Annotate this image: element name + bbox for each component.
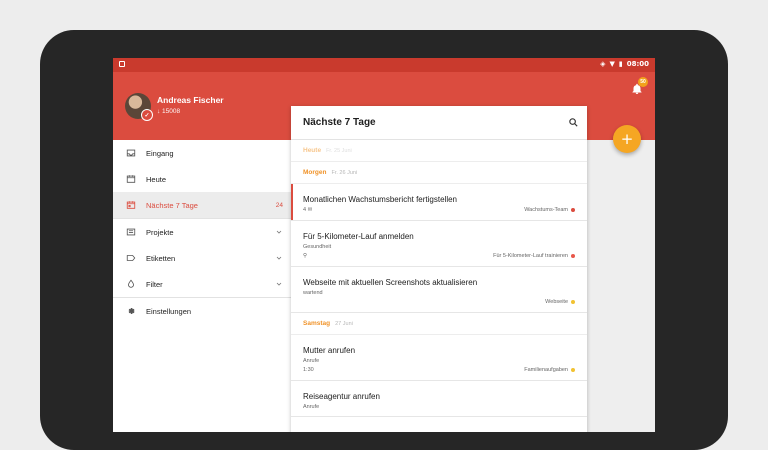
task-label: Anrufe (303, 358, 320, 364)
section-date: Fr. 26 Juni (331, 169, 358, 176)
nav-item-label: Heute (146, 174, 167, 184)
filter-drop-icon (126, 279, 136, 289)
task-item[interactable]: Monatlichen Wachstumsbericht fertigstell… (291, 184, 587, 221)
task-label: Anrufe (303, 404, 320, 410)
drawer-header: ✓ Andreas Fischer ↓ 15008 (113, 72, 291, 140)
task-project: Wachstums-Team (524, 207, 575, 213)
comment-count: 4 ✉ (303, 207, 313, 213)
task-project: Webseite (545, 299, 575, 305)
nav-item-label: Nächste 7 Tage (146, 200, 198, 210)
task-meta: 4 ✉ Wachstums-Team (303, 206, 575, 214)
nav-item-eingang[interactable]: Eingang (113, 140, 291, 166)
nav-item-etiketten[interactable]: Etiketten (113, 245, 291, 271)
page-title: Nächste 7 Tage (303, 117, 376, 128)
upcoming-panel: Nächste 7 Tage Heute Fr. 25 Juni Morgen … (291, 106, 587, 432)
nav-item-label: Projekte (146, 227, 174, 237)
status-time: 08:00 (626, 60, 649, 68)
section-date: Fr. 25 Juni (326, 147, 352, 154)
project-color-dot (571, 254, 575, 258)
section-date: 27 Juni (335, 320, 353, 327)
project-color-dot (571, 368, 575, 372)
task-title: Monatlichen Wachstumsbericht fertigstell… (303, 195, 457, 204)
karma-badge-icon: ✓ (141, 109, 153, 121)
project-name: Wachstums-Team (524, 207, 568, 213)
nav-item-label: Filter (146, 279, 163, 289)
gear-icon (126, 306, 136, 316)
task-duration: 1:30 (303, 367, 314, 373)
nav-list: Eingang Heute Nächste 7 Tage 24 Projekte… (113, 140, 291, 324)
task-item[interactable]: Mutter anrufen Anrufe 1:30 Familienaufga… (291, 335, 587, 381)
chevron-down-icon[interactable] (275, 280, 283, 288)
nav-item-naechste-7-tage[interactable]: Nächste 7 Tage 24 (113, 192, 291, 218)
notifications-button[interactable]: 50 (631, 77, 648, 96)
section-header-morgen: Morgen Fr. 26 Juni (291, 162, 587, 184)
project-name: Für 5-Kilometer-Lauf trainieren (493, 253, 568, 259)
app-screen: ◈ ▼ ▮ 08:00 50 ✓ Andreas Fischer ↓ 15008… (113, 58, 655, 432)
task-project: Familienaufgaben (524, 367, 575, 373)
task-meta: ⚲ Für 5-Kilometer-Lauf trainieren (303, 252, 575, 260)
chevron-down-icon[interactable] (275, 254, 283, 262)
battery-icon: ▮ (618, 60, 623, 68)
status-bar: ◈ ▼ ▮ 08:00 (113, 58, 655, 72)
project-name: Familienaufgaben (524, 367, 568, 373)
task-label: wartend (303, 290, 323, 296)
vibrate-icon: ◈ (600, 60, 606, 68)
project-color-dot (571, 208, 575, 212)
nav-item-count: 24 (275, 201, 283, 209)
add-task-button[interactable]: + (613, 125, 641, 153)
section-header-samstag: Samstag 27 Juni (291, 313, 587, 335)
task-meta: 1:30 Familienaufgaben (303, 366, 575, 374)
section-title: Samstag (303, 320, 331, 327)
search-icon[interactable] (568, 117, 579, 128)
section-title: Heute (303, 147, 322, 154)
nav-item-projekte[interactable]: Projekte (113, 219, 291, 245)
calendar-week-icon (126, 200, 136, 210)
task-title: Für 5-Kilometer-Lauf anmelden (303, 232, 414, 241)
task-item[interactable]: Reiseagentur anrufen Anrufe (291, 381, 587, 417)
nav-item-filter[interactable]: Filter (113, 271, 291, 297)
task-title: Reiseagentur anrufen (303, 392, 380, 401)
task-label: Gesundheit (303, 244, 332, 250)
user-name: Andreas Fischer (157, 95, 224, 105)
label-icon (126, 253, 136, 263)
gallery-icon (119, 61, 125, 67)
inbox-icon (126, 148, 136, 158)
panel-header: Nächste 7 Tage (291, 106, 587, 140)
project-color-dot (571, 300, 575, 304)
section-title: Morgen (303, 169, 327, 176)
projects-icon (126, 227, 136, 237)
chevron-down-icon[interactable] (275, 228, 283, 236)
task-meta: Webseite (303, 298, 575, 306)
task-item[interactable]: Für 5-Kilometer-Lauf anmelden Gesundheit… (291, 221, 587, 267)
section-header-heute: Heute Fr. 25 Juni (291, 140, 587, 162)
nav-item-label: Einstellungen (146, 306, 192, 316)
project-name: Webseite (545, 299, 568, 305)
link-icon: ⚲ (303, 253, 308, 259)
task-item[interactable]: Webseite mit aktuellen Screenshots aktua… (291, 267, 587, 313)
nav-item-heute[interactable]: Heute (113, 166, 291, 192)
calendar-icon (126, 174, 136, 184)
nav-item-label: Etiketten (146, 253, 176, 263)
notification-badge: 50 (638, 77, 648, 87)
navigation-drawer: ✓ Andreas Fischer ↓ 15008 Eingang Heute … (113, 72, 291, 432)
karma-score: ↓ 15008 (157, 108, 181, 115)
wifi-icon: ▼ (609, 60, 615, 68)
task-title: Mutter anrufen (303, 346, 356, 355)
nav-item-label: Eingang (146, 148, 174, 158)
task-title: Webseite mit aktuellen Screenshots aktua… (303, 278, 478, 287)
task-project: Für 5-Kilometer-Lauf trainieren (493, 253, 575, 259)
nav-item-einstellungen[interactable]: Einstellungen (113, 298, 291, 324)
